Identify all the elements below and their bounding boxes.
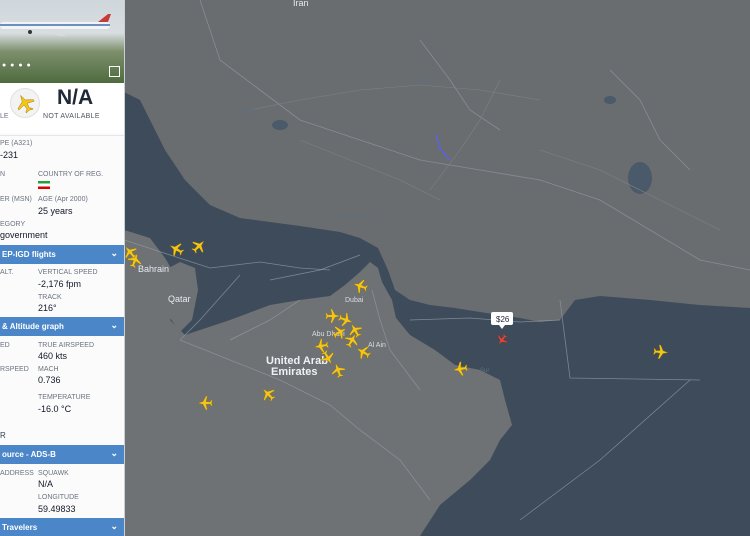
- aircraft-type-label: PE (A321): [0, 140, 33, 147]
- label-bandar-abbas: Bandar Abbas: [335, 213, 373, 219]
- expand-photo-icon[interactable]: [109, 66, 120, 77]
- lake: [604, 96, 616, 104]
- label-iran: Iran: [293, 0, 309, 8]
- country-fragment: N: [0, 171, 6, 178]
- country-of-reg-label: COUNTRY OF REG.: [38, 171, 104, 178]
- data-source-header[interactable]: ource - ADS-B ⌄: [0, 445, 124, 464]
- track-value: 216°: [38, 303, 57, 313]
- data-source-title: ource - ADS-B: [2, 450, 56, 459]
- longitude-label: LONGITUDE: [38, 494, 79, 501]
- true-airspeed-value: 460 kts: [38, 351, 68, 361]
- temperature-value: -16.0 °C: [38, 404, 72, 414]
- travelers-header[interactable]: Travelers ⌄: [0, 518, 124, 536]
- label-qatar: Qatar: [168, 294, 191, 304]
- altitude-label: ALT.: [0, 269, 14, 276]
- age-value: 25 years: [38, 206, 73, 216]
- squawk-value: N/A: [38, 479, 54, 489]
- chevron-down-icon[interactable]: ⌄: [110, 448, 118, 459]
- registration-code: -231: [0, 150, 19, 160]
- address-label: ADDRESS: [0, 470, 34, 477]
- label-dubai: Dubai: [345, 297, 364, 304]
- le-fragment: LE: [0, 113, 9, 120]
- vertical-speed-value: -2,176 fpm: [38, 279, 82, 289]
- label-kerman: Kerman: [415, 78, 436, 84]
- vertical-speed-label: VERTICAL SPEED: [38, 269, 98, 276]
- temperature-label: TEMPERATURE: [38, 394, 91, 401]
- label-bahrain: Bahrain: [138, 264, 169, 274]
- travelers-title: Travelers: [2, 523, 38, 532]
- photo-pagination[interactable]: ● ● ● ●: [2, 62, 32, 69]
- label-shiraz: Shiraz: [238, 108, 258, 115]
- chevron-down-icon[interactable]: ⌄: [110, 248, 118, 259]
- lake: [628, 162, 652, 194]
- squawk-label: SQUAWK: [38, 470, 69, 477]
- flights-section-title: EP-IGD flights: [2, 250, 56, 259]
- category-label: EGORY: [0, 221, 26, 228]
- true-airspeed-label: TRUE AIRSPEED: [38, 342, 95, 349]
- altitude-graph-header[interactable]: & Altitude graph ⌄: [0, 317, 124, 336]
- label-sur: Sur: [480, 368, 489, 374]
- chevron-down-icon[interactable]: ⌄: [110, 521, 118, 532]
- msn-label: ER (MSN): [0, 196, 32, 203]
- chevron-down-icon[interactable]: ⌄: [110, 320, 118, 331]
- age-label: AGE (Apr 2000): [38, 196, 88, 203]
- iran-flag-icon: [38, 181, 50, 189]
- category-value: government: [0, 230, 48, 240]
- aircraft-photo-image: [0, 14, 111, 36]
- track-label: TRACK: [38, 294, 62, 301]
- label-uae-2: Emirates: [271, 366, 317, 378]
- registration-status: NOT AVAILABLE: [43, 113, 100, 120]
- divider: [0, 135, 124, 136]
- label-al-ain: Al Ain: [368, 342, 386, 349]
- airspeed-fragment: RSPEED: [0, 366, 29, 373]
- aircraft-type-icon: [10, 88, 40, 118]
- registration-value: N/A: [57, 86, 94, 109]
- flights-section-header[interactable]: EP-IGD flights ⌄: [0, 245, 124, 264]
- altitude-graph-title: & Altitude graph: [2, 322, 64, 331]
- mach-value: 0.736: [38, 375, 61, 385]
- speed-fragment: ED: [0, 342, 10, 349]
- mach-label: MACH: [38, 366, 59, 373]
- r-fragment: R: [0, 431, 6, 440]
- callsign-label: $26: [496, 315, 510, 324]
- longitude-value: 59.49833: [38, 504, 76, 514]
- aircraft-photo[interactable]: ● ● ● ●: [0, 0, 124, 83]
- aircraft-info-panel: ● ● ● ● N/A NOT AVAILABLE LE PE (A321) -…: [0, 0, 125, 536]
- lake: [272, 120, 288, 130]
